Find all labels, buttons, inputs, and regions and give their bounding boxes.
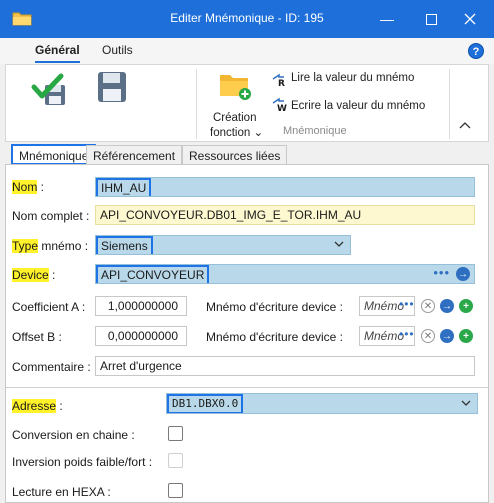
clear-icon[interactable]: ✕	[421, 329, 435, 343]
ribbon-group-label: Mnémonique	[283, 125, 347, 137]
ribbon: Création fonction ⌄ R Lire la valeur du …	[5, 64, 489, 142]
adresse-label: Adresse :	[12, 399, 63, 413]
maximize-icon[interactable]	[412, 0, 450, 38]
close-icon[interactable]	[451, 0, 489, 38]
add-icon[interactable]: +	[459, 299, 473, 313]
checkmark-save-icon[interactable]	[31, 73, 69, 107]
ribbon-separator	[449, 69, 450, 139]
arrow-right-icon[interactable]: →	[456, 267, 470, 281]
tab-outils[interactable]: Outils	[102, 43, 133, 57]
divider	[6, 387, 488, 388]
creation-label-2[interactable]: fonction ⌄	[210, 125, 263, 139]
write-value-button[interactable]: Ecrire la valeur du mnémo	[291, 100, 425, 112]
folder-add-icon[interactable]	[218, 71, 252, 101]
write-value-icon: W	[272, 97, 287, 111]
type-mnemo-select[interactable]: Siemens	[95, 235, 351, 255]
nom-label: Nom :	[12, 180, 45, 194]
conversion-checkbox[interactable]	[168, 426, 183, 441]
dots-icon[interactable]: •••	[399, 297, 415, 311]
offset-label: Offset B :	[12, 330, 62, 344]
tab-general[interactable]: Général	[35, 43, 80, 63]
dots-icon[interactable]: •••	[433, 265, 450, 280]
inversion-label: Inversion poids faible/fort :	[12, 455, 153, 469]
hexa-checkbox[interactable]	[168, 483, 183, 498]
offset-input[interactable]: 0,000000000	[95, 326, 187, 346]
offset-mnemo-label: Mnémo d'écriture device :	[206, 330, 344, 344]
nom-complet-field: API_CONVOYEUR.DB01_IMG_E_TOR.IHM_AU	[95, 205, 475, 225]
arrow-right-icon[interactable]: →	[440, 299, 454, 313]
svg-text:R: R	[278, 79, 285, 86]
adresse-select[interactable]: DB1.DBX0.0	[166, 393, 478, 414]
document-tabs: Mnémonique Référencement Ressources liée…	[5, 143, 489, 165]
device-input[interactable]: API_CONVOYEUR ••• →	[95, 264, 475, 284]
tab-referencement[interactable]: Référencement	[86, 145, 183, 165]
ribbon-tab-bar: Général Outils ?	[0, 38, 494, 64]
read-value-button[interactable]: Lire la valeur du mnémo	[291, 72, 414, 84]
chevron-down-icon	[334, 241, 344, 247]
hexa-label: Lecture en HEXA :	[12, 485, 111, 499]
tab-ressources-liees[interactable]: Ressources liées	[182, 145, 288, 165]
add-icon[interactable]: +	[459, 329, 473, 343]
chevron-down-icon	[461, 400, 471, 406]
help-icon[interactable]: ?	[468, 43, 484, 59]
save-disk-icon[interactable]	[97, 71, 127, 103]
nom-complet-label: Nom complet :	[12, 209, 90, 223]
commentaire-input[interactable]: Arret d'urgence	[95, 356, 475, 376]
coef-mnemo-label: Mnémo d'écriture device :	[206, 300, 344, 314]
arrow-right-icon[interactable]: →	[440, 329, 454, 343]
clear-icon[interactable]: ✕	[421, 299, 435, 313]
device-label: Device :	[12, 268, 56, 282]
svg-text:W: W	[277, 104, 287, 111]
inversion-checkbox[interactable]	[168, 453, 183, 468]
commentaire-label: Commentaire :	[12, 360, 91, 374]
conversion-label: Conversion en chaine :	[12, 428, 135, 442]
dots-icon[interactable]: •••	[399, 327, 415, 341]
type-mnemo-label: Type mnémo :	[12, 239, 89, 253]
title-bar: Editer Mnémonique - ID: 195 —	[0, 0, 494, 38]
read-value-icon: R	[272, 73, 285, 86]
coefficient-label: Coefficient A :	[12, 300, 86, 314]
ribbon-separator	[196, 69, 197, 139]
form-panel: Nom : IHM_AU Nom complet : API_CONVOYEUR…	[5, 164, 489, 503]
coefficient-input[interactable]: 1,000000000	[95, 296, 187, 316]
creation-label[interactable]: Création	[213, 112, 256, 124]
minimize-icon[interactable]: —	[368, 0, 406, 38]
nom-input[interactable]: IHM_AU	[95, 177, 475, 197]
chevron-up-icon[interactable]	[459, 121, 471, 129]
tab-mnemonique[interactable]: Mnémonique	[11, 144, 97, 165]
